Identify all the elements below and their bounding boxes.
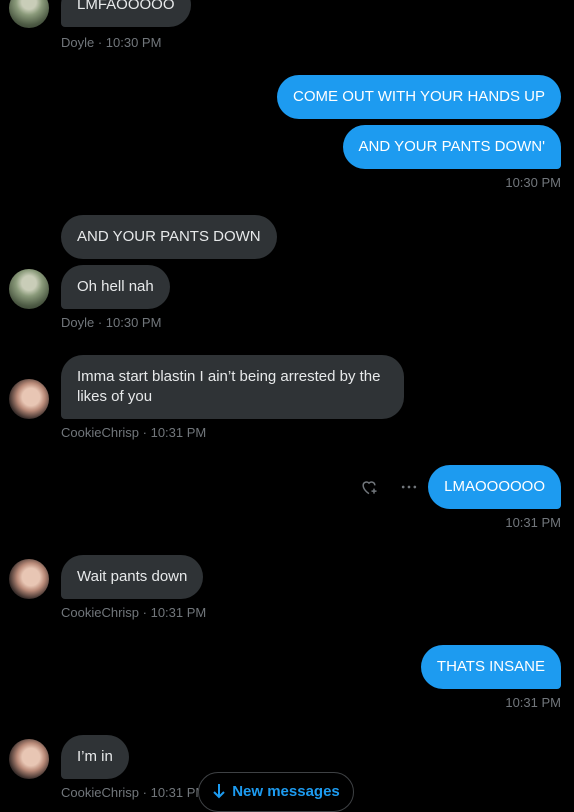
arrow-down-icon xyxy=(212,783,226,803)
avatar-doyle[interactable] xyxy=(9,269,49,309)
message-meta: Doyle · 10:30 PM xyxy=(61,35,162,50)
new-messages-label: New messages xyxy=(232,783,340,800)
message-timestamp: 10:31 PM xyxy=(505,695,561,710)
message-bubble-incoming[interactable]: Oh hell nah xyxy=(61,265,170,309)
message-bubble-outgoing[interactable]: COME OUT WITH YOUR HANDS UP xyxy=(277,75,561,119)
new-messages-button[interactable]: New messages xyxy=(198,772,354,812)
message-timestamp: 10:31 PM xyxy=(505,515,561,530)
message-bubble-outgoing[interactable]: THATS INSANE xyxy=(420,645,561,689)
message-bubble-outgoing[interactable]: AND YOUR PANTS DOWN' xyxy=(342,125,561,169)
heart-plus-icon[interactable] xyxy=(358,476,380,498)
message-bubble-incoming[interactable]: LMFAOOOOO xyxy=(61,0,191,27)
message-meta: Doyle · 10:30 PM xyxy=(61,315,162,330)
message-bubble-incoming[interactable]: Imma start blastin I ain’t being arreste… xyxy=(61,355,404,419)
message-bubble-incoming[interactable]: AND YOUR PANTS DOWN xyxy=(61,215,277,259)
message-timestamp: 10:30 PM xyxy=(505,175,561,190)
message-actions xyxy=(358,476,420,498)
avatar-cookiechrisp[interactable] xyxy=(9,739,49,779)
avatar-cookiechrisp[interactable] xyxy=(9,559,49,599)
message-bubble-incoming[interactable]: Wait pants down xyxy=(61,555,204,599)
message-meta: CookieChrisp · 10:31 PM xyxy=(61,605,207,620)
message-bubble-incoming[interactable]: I’m in xyxy=(61,735,129,779)
message-meta: CookieChrisp · 10:31 PM xyxy=(61,425,207,440)
message-meta: CookieChrisp · 10:31 PM xyxy=(61,785,207,800)
avatar-doyle[interactable] xyxy=(9,0,49,28)
avatar-cookiechrisp[interactable] xyxy=(9,379,49,419)
message-bubble-outgoing[interactable]: LMAOOOOOO xyxy=(428,465,561,509)
more-horizontal-icon[interactable] xyxy=(398,476,420,498)
